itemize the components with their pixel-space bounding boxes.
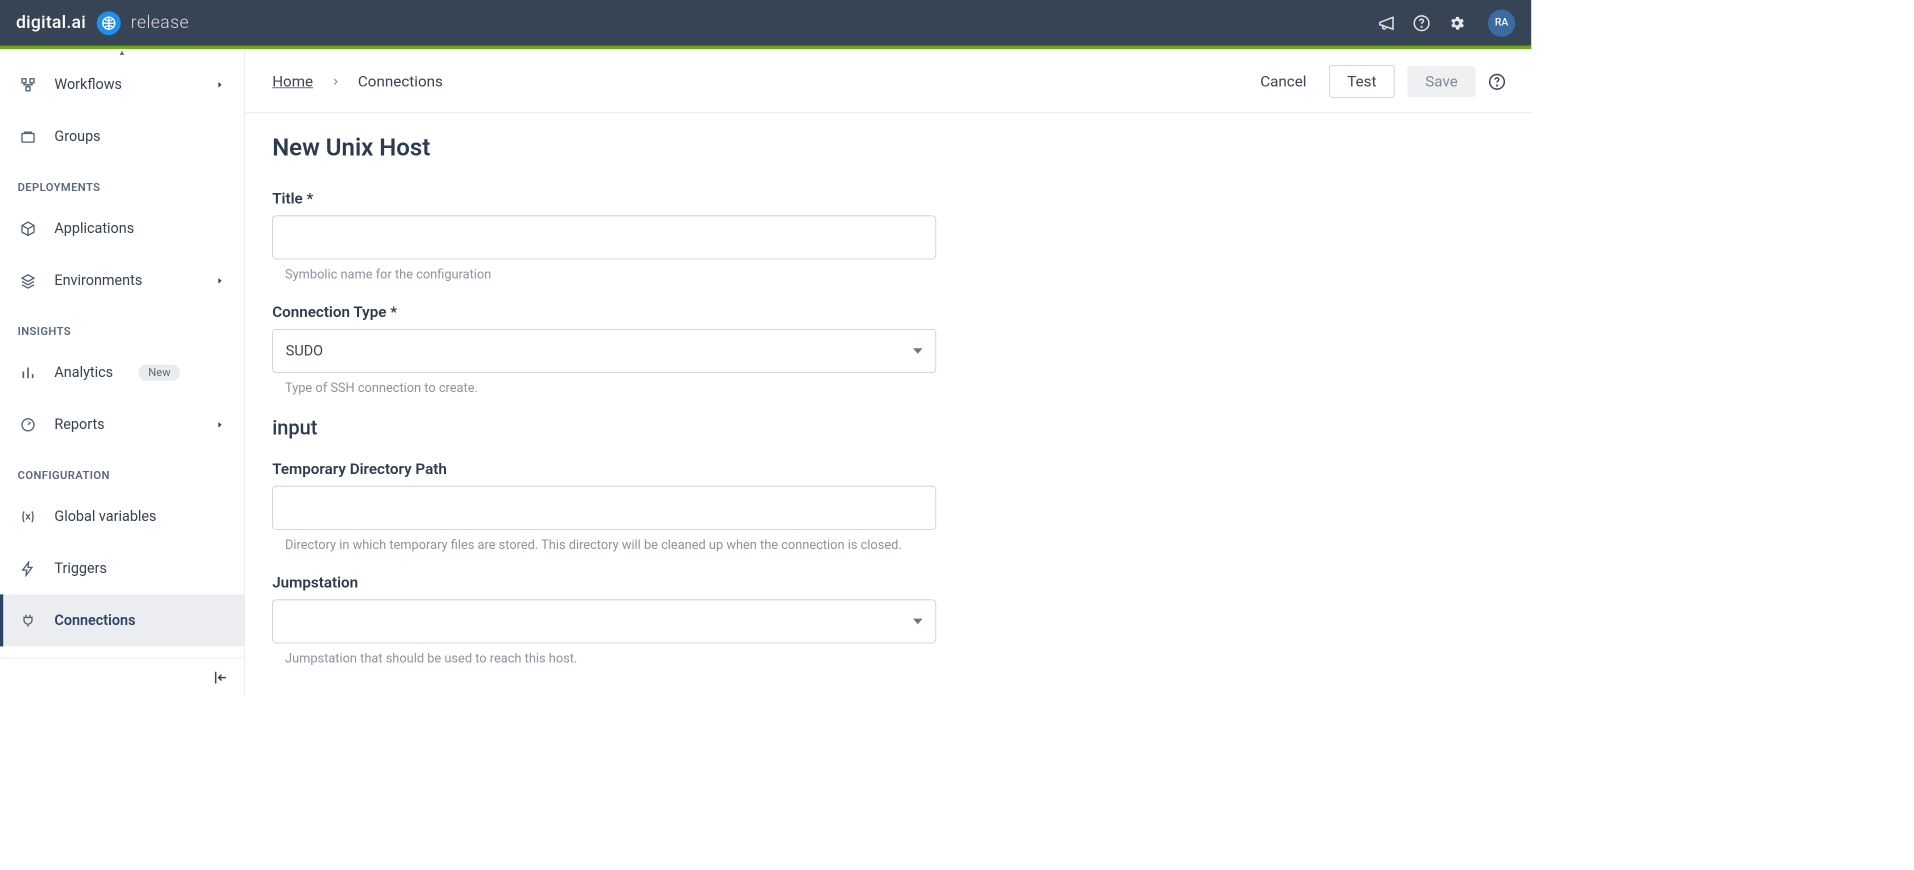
chevron-right-icon [215, 420, 225, 430]
sidebar-item-applications[interactable]: Applications [0, 202, 244, 254]
sidebar-label: Applications [54, 220, 134, 237]
workflow-icon [19, 76, 37, 94]
app-header: digital.ai release RA [0, 0, 1531, 49]
title-input[interactable] [272, 215, 936, 259]
sidebar-label: Connections [54, 612, 135, 629]
jumpstation-label: Jumpstation [272, 573, 1189, 591]
sidebar-item-workflows[interactable]: Workflows [0, 58, 244, 110]
main-content: Home Connections Cancel Test Save [245, 49, 1531, 696]
sidebar-label: Workflows [54, 76, 122, 93]
product-text: release [131, 13, 189, 33]
sidebar-item-global-variables[interactable]: Global variables [0, 490, 244, 542]
sidebar-item-connections[interactable]: Connections [0, 594, 244, 646]
sidebar-label: Groups [54, 128, 100, 145]
folder-icon [19, 128, 37, 146]
title-label: Title * [272, 189, 1189, 207]
gauge-icon [19, 416, 37, 434]
chevron-right-icon [215, 276, 225, 286]
announcement-icon[interactable] [1378, 14, 1396, 32]
connection-type-label: Connection Type * [272, 303, 1189, 321]
sidebar: ▲ Workflows Groups DEPLOYMENTS [0, 49, 245, 696]
title-hint: Symbolic name for the configuration [272, 266, 936, 284]
save-button[interactable]: Save [1407, 66, 1475, 97]
bolt-icon [19, 560, 37, 578]
connection-type-hint: Type of SSH connection to create. [272, 380, 936, 398]
sidebar-item-triggers[interactable]: Triggers [0, 542, 244, 594]
brand-text: digital.ai [16, 13, 86, 33]
caret-down-icon [913, 619, 923, 625]
sidebar-label: Triggers [54, 560, 107, 577]
sidebar-item-reports[interactable]: Reports [0, 398, 244, 450]
breadcrumb: Home Connections [272, 72, 443, 90]
sidebar-item-environments[interactable]: Environments [0, 254, 244, 306]
header-actions: RA [1378, 9, 1516, 36]
scroll-up-arrow[interactable]: ▲ [0, 49, 244, 59]
bar-chart-icon [19, 364, 37, 382]
connection-type-value: SUDO [286, 343, 323, 360]
collapse-sidebar-button[interactable] [0, 658, 244, 696]
jumpstation-hint: Jumpstation that should be used to reach… [272, 650, 936, 668]
sidebar-section-deployments: DEPLOYMENTS [0, 162, 244, 202]
page-title: New Unix Host [272, 134, 1189, 162]
caret-down-icon [913, 348, 923, 354]
jumpstation-select[interactable] [272, 599, 936, 643]
gear-icon[interactable] [1448, 14, 1466, 32]
tmp-dir-input[interactable] [272, 485, 936, 529]
sidebar-section-insights: INSIGHTS [0, 306, 244, 346]
plug-icon [19, 612, 37, 630]
connection-type-select[interactable]: SUDO [272, 329, 936, 373]
tmp-dir-hint: Directory in which temporary files are s… [272, 536, 936, 554]
toolbar-actions: Cancel Test Save [1250, 65, 1505, 98]
variable-icon [19, 508, 37, 526]
sidebar-label: Environments [54, 272, 142, 289]
tmp-dir-label: Temporary Directory Path [272, 459, 1189, 477]
product-icon [97, 11, 121, 35]
chevron-right-icon [331, 76, 341, 86]
layers-icon [19, 272, 37, 290]
sidebar-item-analytics[interactable]: Analytics New [0, 346, 244, 398]
breadcrumb-current: Connections [358, 72, 443, 90]
user-avatar[interactable]: RA [1488, 9, 1515, 36]
new-badge: New [139, 364, 181, 380]
help-icon[interactable] [1488, 72, 1506, 90]
sidebar-label: Analytics [54, 364, 113, 381]
breadcrumb-home[interactable]: Home [272, 72, 313, 90]
sidebar-label: Reports [54, 416, 104, 433]
sidebar-section-configuration: CONFIGURATION [0, 450, 244, 490]
toolbar: Home Connections Cancel Test Save [245, 49, 1531, 113]
cube-icon [19, 220, 37, 238]
chevron-right-icon [215, 80, 225, 90]
test-button[interactable]: Test [1329, 65, 1395, 98]
sidebar-item-groups[interactable]: Groups [0, 110, 244, 162]
help-icon[interactable] [1413, 14, 1431, 32]
logo[interactable]: digital.ai release [16, 11, 189, 35]
sidebar-label: Global variables [54, 508, 156, 525]
section-input: input [272, 417, 1189, 440]
cancel-button[interactable]: Cancel [1250, 66, 1315, 97]
